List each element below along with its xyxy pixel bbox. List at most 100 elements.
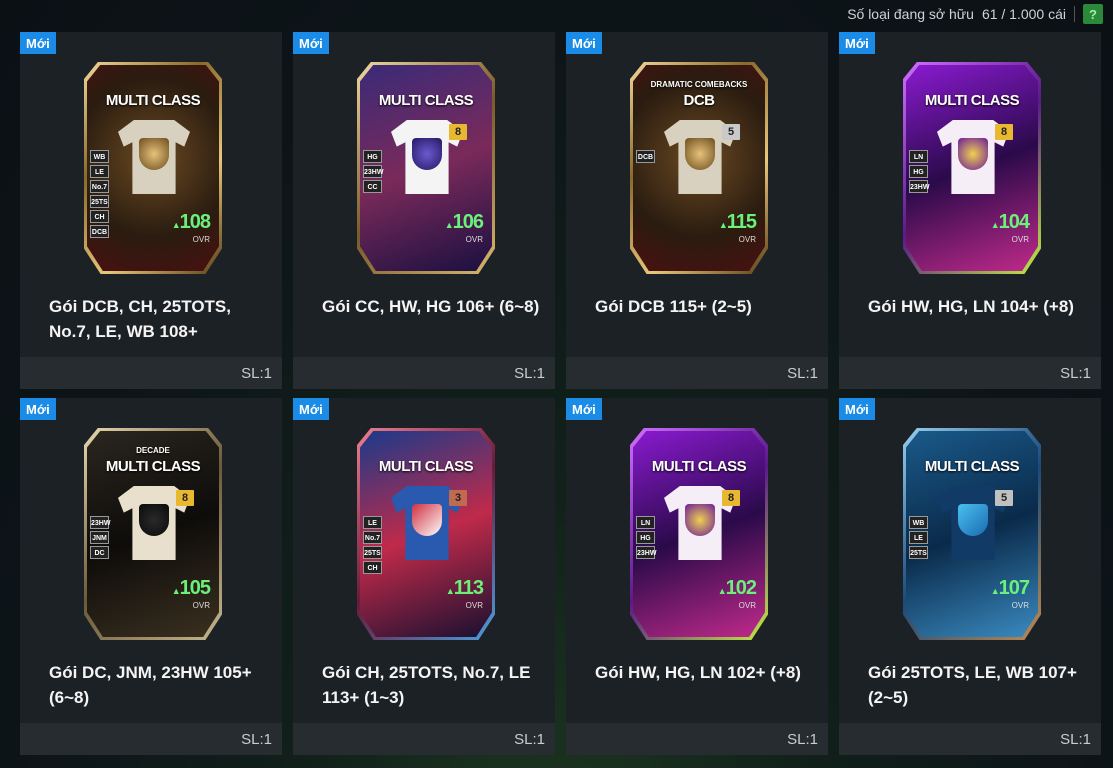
position-list: HG 23HW CC (363, 150, 383, 193)
position-tag: CH (90, 210, 109, 223)
card-title: MULTI CLASS (651, 458, 747, 475)
pack-quantity: SL:1 (787, 730, 818, 748)
pack-tile[interactable]: Mới MULTI CLASS 8 LN HG 23HW ▲102 OVR Gói … (566, 398, 828, 755)
position-tag: DCB (636, 150, 655, 163)
card-title: MULTI CLASS (105, 92, 201, 109)
pack-tile[interactable]: Mới DRAMATIC COMEBACKS DCB 5 DCB ▲115 OV… (566, 32, 828, 389)
position-tag: LN (909, 150, 928, 163)
new-badge: Mới (293, 398, 329, 420)
card-title: MULTI CLASS (105, 458, 201, 475)
pack-tile[interactable]: Mới MULTI CLASS 5 WB LE 25TS ▲107 OVR Gói … (839, 398, 1101, 755)
position-tag: HG (363, 150, 382, 163)
ovr-number: 115 (726, 211, 757, 233)
position-tag: HG (636, 531, 655, 544)
position-tag: LE (363, 516, 382, 529)
owned-label: Số loại đang sở hữu (847, 6, 974, 22)
pack-name: Gói DCB, CH, 25TOTS, No.7, LE, WB 108+ (49, 297, 231, 341)
owned-counter: Số loại đang sở hữu 61 / 1.000 cái ? (847, 2, 1103, 26)
upgrade-level-badge: 8 (449, 124, 467, 140)
ovr-label: OVR (465, 235, 483, 244)
new-badge: Mới (293, 32, 329, 54)
position-tag: 25TS (90, 195, 109, 208)
arrow-up-icon: ▲ (171, 586, 181, 596)
ovr-value: ▲102 (717, 578, 757, 601)
position-tag: WB (90, 150, 109, 163)
position-tag: CC (363, 180, 382, 193)
pack-tile[interactable]: Mới MULTI CLASS 8 HG 23HW CC ▲106 OVR Gói … (293, 32, 555, 389)
position-list: LE No.7 25TS CH (363, 516, 382, 574)
ovr-number: 113 (453, 577, 484, 599)
arrow-up-icon: ▲ (990, 586, 1000, 596)
card-title: MULTI CLASS (924, 458, 1020, 475)
crest-icon (139, 138, 169, 171)
card-subtitle: DECADE (136, 446, 170, 455)
pack-footer: SL:1 (293, 357, 555, 389)
pack-tile[interactable]: Mới MULTI CLASS WB LE No.7 25TS CH DCB ▲108 O… (20, 32, 282, 389)
ovr-number: 104 (998, 211, 1030, 233)
new-badge: Mới (839, 32, 875, 54)
position-tag: LN (636, 516, 655, 529)
crest-icon (412, 138, 442, 171)
ovr-value: ▲106 (444, 211, 484, 235)
ovr-value: ▲113 (446, 577, 484, 601)
pack-name: Gói HW, HG, LN 104+ (+8) (868, 297, 1074, 316)
position-tag: LE (90, 165, 109, 178)
ovr-block: ▲108 OVR (171, 212, 211, 244)
position-list: 23HW JNM DC (90, 516, 110, 559)
position-tag: DCB (90, 225, 109, 238)
pack-name: Gói HW, HG, LN 102+ (+8) (595, 663, 801, 682)
pack-footer: SL:1 (566, 723, 828, 755)
pack-card-image: MULTI CLASS 5 WB LE 25TS ▲107 OVR (903, 428, 1041, 640)
ovr-number: 107 (998, 577, 1030, 599)
ovr-label: OVR (465, 601, 483, 610)
pack-tile[interactable]: Mới MULTI CLASS 8 LN HG 23HW ▲104 OVR Gói … (839, 32, 1101, 389)
pack-card-image: MULTI CLASS 8 HG 23HW CC ▲106 OVR (357, 62, 495, 274)
ovr-label: OVR (1011, 601, 1029, 610)
position-list: LN HG 23HW (909, 150, 929, 193)
arrow-up-icon: ▲ (717, 586, 727, 596)
position-list: WB LE 25TS (909, 516, 928, 559)
arrow-up-icon: ▲ (171, 220, 181, 230)
ovr-block: ▲106 OVR (444, 211, 484, 244)
position-tag: WB (909, 516, 928, 529)
card-title: MULTI CLASS (378, 458, 474, 475)
position-tag: 23HW (363, 165, 383, 178)
pack-footer: SL:1 (293, 723, 555, 755)
pack-tile[interactable]: Mới MULTI CLASS 3 LE No.7 25TS CH ▲113 OVR … (293, 398, 555, 755)
crest-icon (685, 504, 715, 537)
card-title: MULTI CLASS (378, 92, 474, 109)
arrow-up-icon: ▲ (718, 220, 728, 230)
ovr-block: ▲107 OVR (990, 577, 1030, 610)
pack-quantity: SL:1 (514, 730, 545, 748)
help-button[interactable]: ? (1083, 4, 1103, 24)
position-tag: LE (909, 531, 928, 544)
arrow-up-icon: ▲ (444, 220, 454, 230)
new-badge: Mới (566, 32, 602, 54)
position-list: LN HG 23HW (636, 516, 656, 559)
pack-tile[interactable]: Mới DECADE MULTI CLASS 8 23HW JNM DC ▲105 … (20, 398, 282, 755)
ovr-value: ▲105 (171, 578, 211, 601)
position-tag: 23HW (909, 180, 929, 193)
position-tag: 23HW (636, 546, 656, 559)
ovr-block: ▲113 OVR (446, 577, 484, 610)
new-badge: Mới (839, 398, 875, 420)
position-tag: DC (90, 546, 109, 559)
pack-card-image: DECADE MULTI CLASS 8 23HW JNM DC ▲105 OVR (84, 428, 222, 640)
position-list: WB LE No.7 25TS CH DCB (90, 150, 109, 238)
position-list: DCB (636, 150, 655, 163)
owned-count: 61 / 1.000 cái (981, 6, 1066, 22)
upgrade-level-badge: 5 (995, 490, 1013, 506)
new-badge: Mới (566, 398, 602, 420)
ovr-number: 106 (452, 211, 484, 233)
pack-card-image: MULTI CLASS 8 LN HG 23HW ▲104 OVR (903, 62, 1041, 274)
pack-quantity: SL:1 (514, 364, 545, 382)
ovr-block: ▲105 OVR (171, 578, 211, 610)
ovr-block: ▲102 OVR (717, 578, 757, 610)
pack-quantity: SL:1 (787, 364, 818, 382)
ovr-label: OVR (192, 601, 210, 610)
pack-footer: SL:1 (20, 723, 282, 755)
upgrade-level-badge: 8 (995, 124, 1013, 140)
pack-card-image: MULTI CLASS WB LE No.7 25TS CH DCB ▲108 OVR (84, 62, 222, 274)
pack-name: Gói CH, 25TOTS, No.7, LE 113+ (1~3) (322, 663, 531, 707)
upgrade-level-badge: 5 (722, 124, 740, 140)
